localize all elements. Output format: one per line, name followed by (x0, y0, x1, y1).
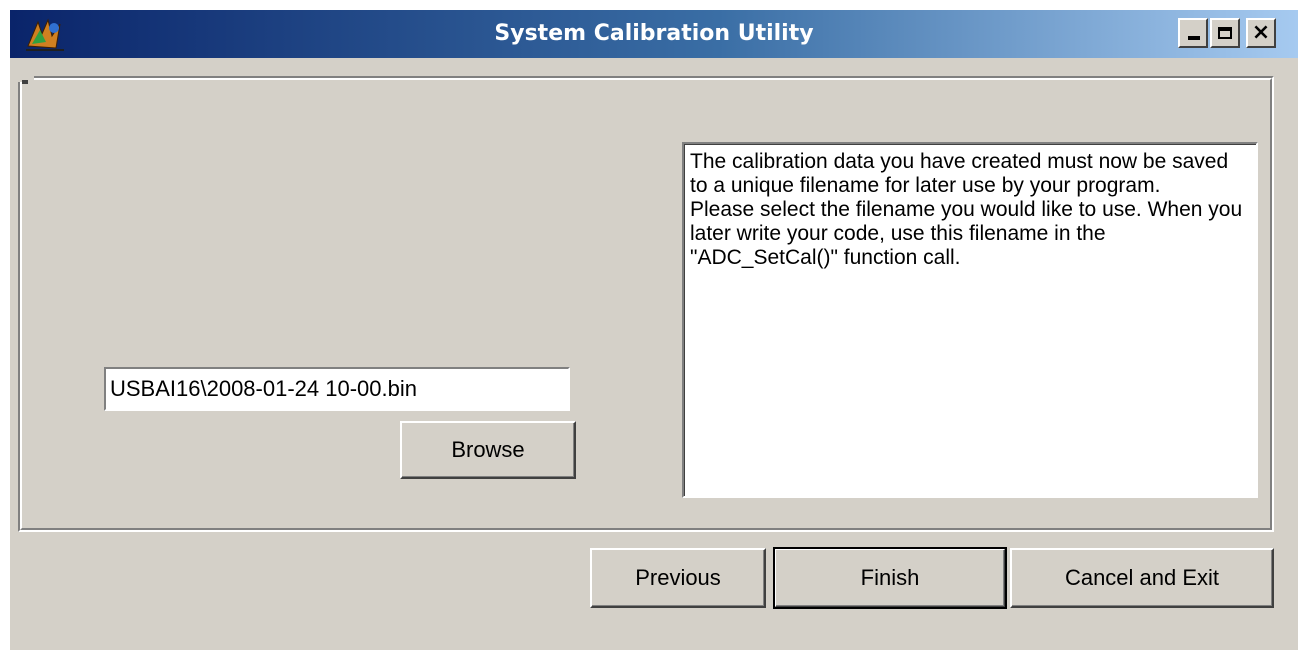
filename-input[interactable] (104, 367, 570, 411)
cancel-and-exit-button[interactable]: Cancel and Exit (1010, 548, 1274, 608)
minimize-button[interactable] (1178, 18, 1208, 48)
browse-button-label: Browse (451, 437, 525, 462)
maximize-button[interactable] (1210, 18, 1240, 48)
title-bar[interactable]: System Calibration Utility × (10, 10, 1298, 58)
minimize-icon (1188, 36, 1200, 40)
close-button[interactable]: × (1246, 18, 1276, 48)
browse-button[interactable]: Browse (400, 421, 576, 479)
window-title: System Calibration Utility (494, 21, 814, 46)
instructions-textbox: The calibration data you have created mu… (682, 142, 1258, 498)
maximize-icon (1218, 27, 1232, 39)
previous-button-label: Previous (635, 565, 721, 590)
close-icon: × (1251, 20, 1271, 45)
previous-button[interactable]: Previous (590, 548, 766, 608)
finish-button-label: Finish (860, 565, 920, 590)
group-box-label-mark (22, 80, 28, 84)
finish-button[interactable]: Finish (773, 547, 1007, 609)
cancel-button-label: Cancel and Exit (1064, 565, 1220, 590)
